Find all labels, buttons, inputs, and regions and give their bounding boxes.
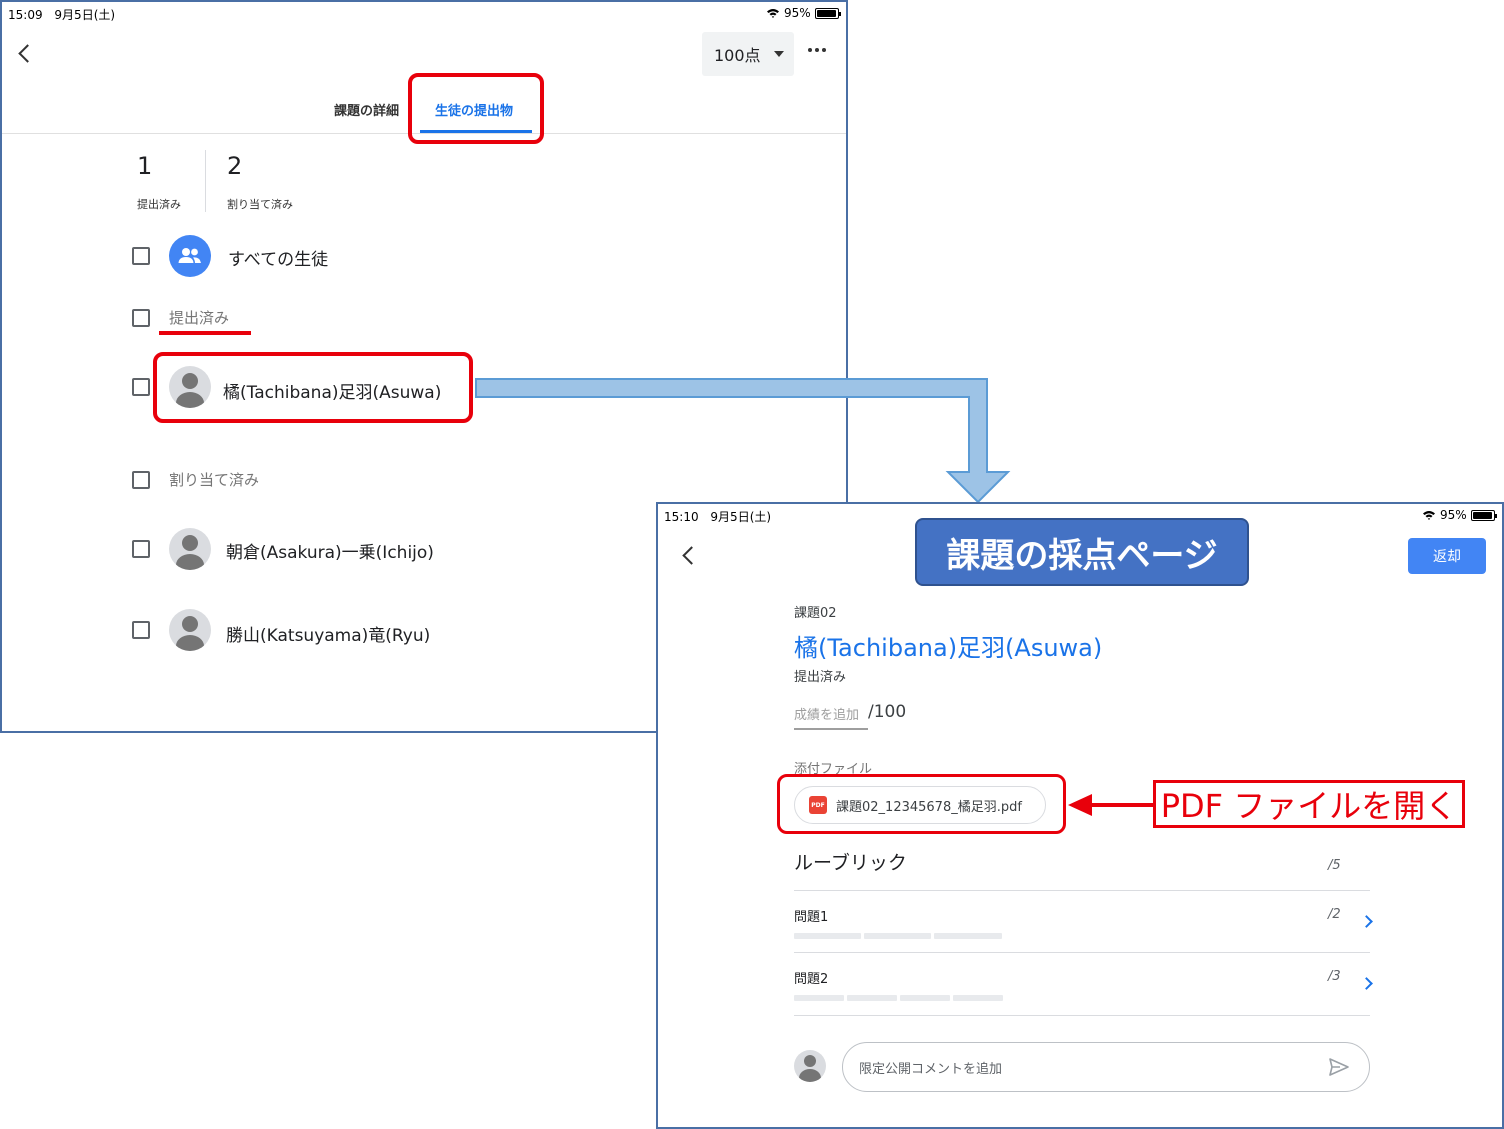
annotation-arrow xyxy=(1068,794,1156,816)
highlight-box-attachment xyxy=(777,774,1066,834)
assigned-count-label: 割り当て済み xyxy=(227,198,293,211)
wifi-icon xyxy=(1423,511,1435,520)
group-icon xyxy=(169,235,211,277)
rubric-level-bar xyxy=(934,933,1002,939)
grade-input[interactable]: 成績を追加 xyxy=(794,704,859,723)
status-date-text: 9月5日(土) xyxy=(54,8,116,22)
status-right: 95% xyxy=(1422,508,1497,522)
caret-down-icon xyxy=(774,51,784,57)
more-options-icon[interactable] xyxy=(808,48,830,56)
divider xyxy=(794,952,1370,953)
submitted-count: 1 xyxy=(137,152,153,180)
send-icon[interactable] xyxy=(1328,1057,1350,1077)
avatar xyxy=(794,1050,826,1082)
rubric-level-bar xyxy=(900,995,950,1001)
submission-status: 提出済み xyxy=(794,670,847,685)
rubric-level-bar xyxy=(864,933,931,939)
status-time: 15:10 9月5日(土) xyxy=(664,508,771,525)
student-row-asakura[interactable]: 朝倉(Asakura)一乗(Ichijo) xyxy=(226,538,434,563)
battery-percent: 95% xyxy=(1440,508,1467,522)
rubric-item-score: /2 xyxy=(1328,907,1341,922)
status-right: 95% xyxy=(766,6,841,20)
highlight-box-student xyxy=(153,352,473,423)
rubric-level-bar xyxy=(953,995,1003,1001)
student-name: 橘(Tachibana)足羽(Asuwa) xyxy=(794,634,1103,662)
chevron-right-icon[interactable] xyxy=(1360,977,1373,990)
back-icon[interactable] xyxy=(680,546,700,566)
student-row-katsuyama[interactable]: 勝山(Katsuyama)竜(Ryu) xyxy=(226,621,430,646)
checkbox-assigned[interactable] xyxy=(132,471,150,489)
page-title-banner: 課題の採点ページ xyxy=(915,518,1249,586)
status-time-text: 15:09 xyxy=(8,8,43,22)
battery-percent: 95% xyxy=(784,6,811,20)
submitted-count-label: 提出済み xyxy=(137,198,181,211)
points-select[interactable]: 100点 xyxy=(702,32,794,76)
status-date-text: 9月5日(土) xyxy=(710,510,772,524)
avatar xyxy=(169,528,211,570)
status-time: 15:09 9月5日(土) xyxy=(8,6,115,23)
rubric-item-label[interactable]: 問題1 xyxy=(794,906,828,925)
divider xyxy=(794,1015,1370,1016)
rubric-total: /5 xyxy=(1328,858,1341,873)
battery-fill xyxy=(1472,511,1492,519)
rubric-title: ルーブリック xyxy=(794,852,907,874)
assigned-count: 2 xyxy=(227,152,243,180)
back-icon[interactable] xyxy=(16,44,36,64)
battery-icon xyxy=(814,7,841,19)
rubric-level-bar xyxy=(794,995,844,1001)
rubric-level-bar xyxy=(847,995,897,1001)
battery-icon xyxy=(1470,509,1497,521)
wifi-icon xyxy=(767,9,779,18)
divider xyxy=(794,890,1370,891)
highlight-underline xyxy=(159,331,251,335)
tab-details[interactable]: 課題の詳細 xyxy=(334,100,399,119)
all-students-label[interactable]: すべての生徒 xyxy=(228,245,328,270)
annotation-open-pdf: PDF ファイルを開く xyxy=(1153,780,1465,828)
battery-fill xyxy=(816,9,836,17)
section-assigned-label: 割り当て済み xyxy=(169,471,260,489)
assignment-name: 課題02 xyxy=(794,606,837,621)
rubric-item-score: /3 xyxy=(1328,969,1341,984)
grade-total: /100 xyxy=(868,702,907,722)
checkbox-student-katsuyama[interactable] xyxy=(132,621,150,639)
grade-input-underline xyxy=(794,728,868,730)
chevron-right-icon[interactable] xyxy=(1360,915,1373,928)
return-button[interactable]: 返却 xyxy=(1408,538,1486,574)
checkbox-student-asakura[interactable] xyxy=(132,540,150,558)
checkbox-submitted[interactable] xyxy=(132,309,150,327)
rubric-level-bar xyxy=(794,933,861,939)
avatar xyxy=(169,609,211,651)
count-divider xyxy=(205,150,206,212)
checkbox-all-students[interactable] xyxy=(132,247,150,265)
points-select-value: 100点 xyxy=(714,46,761,65)
status-time-text: 15:10 xyxy=(664,510,699,524)
highlight-box-tab xyxy=(408,73,544,144)
checkbox-student-tachibana[interactable] xyxy=(132,378,150,396)
section-submitted-label: 提出済み xyxy=(169,309,230,327)
private-comment-input[interactable]: 限定公開コメントを追加 xyxy=(842,1042,1370,1092)
rubric-item-label[interactable]: 問題2 xyxy=(794,968,828,987)
